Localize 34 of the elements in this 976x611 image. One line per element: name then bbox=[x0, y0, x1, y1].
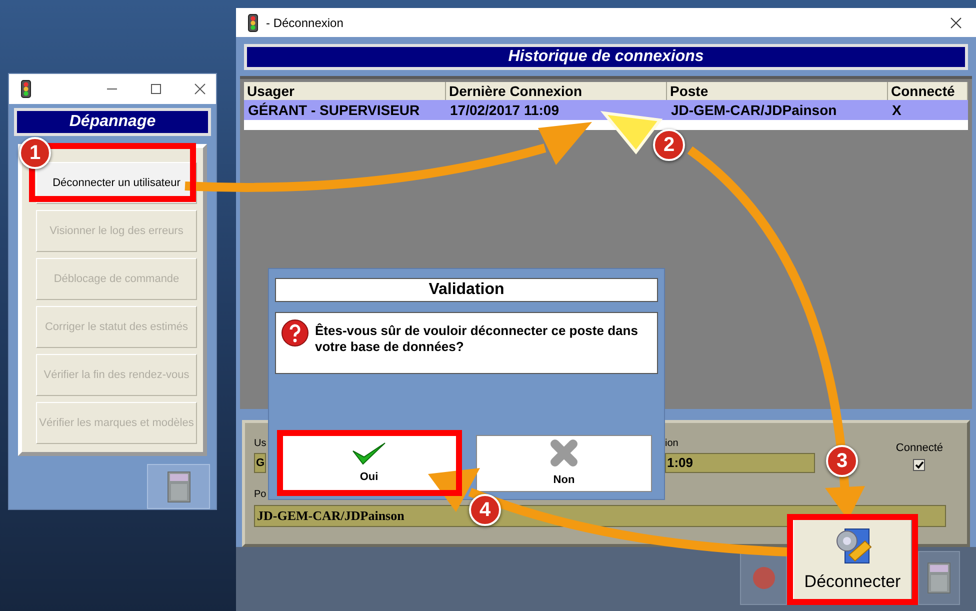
user-field[interactable]: G bbox=[254, 453, 266, 473]
check-icon bbox=[352, 441, 386, 466]
table-cell-text: JD-GEM-CAR/JDPainson bbox=[670, 101, 838, 120]
exit-button[interactable] bbox=[147, 464, 210, 509]
exit-door-icon bbox=[166, 470, 192, 504]
maximize-icon[interactable] bbox=[150, 83, 162, 95]
table-cell-text: 17/02/2017 11:09 bbox=[449, 101, 560, 120]
dialog-message: Êtes-vous sûr de vouloir déconnecter ce poste dans votre base de données? bbox=[315, 322, 639, 355]
exit-button[interactable] bbox=[918, 551, 960, 605]
field-label: Po bbox=[254, 488, 268, 501]
table-row[interactable]: GÉRANT - SUPERVISEUR 17/02/2017 11:09 JD-GEM-CAR/JDPainson X bbox=[244, 100, 968, 120]
traffic-light-icon bbox=[21, 80, 31, 98]
table-cell-text: GÉRANT - SUPERVISEUR bbox=[247, 101, 421, 120]
field-label: Us bbox=[254, 437, 268, 450]
connected-checkbox[interactable] bbox=[913, 458, 926, 470]
traffic-light-icon bbox=[248, 14, 258, 32]
table-cell-text: X bbox=[891, 101, 902, 120]
field-label: ion bbox=[665, 437, 680, 450]
window-title: - Déconnexion bbox=[266, 14, 344, 32]
close-icon[interactable] bbox=[950, 16, 962, 28]
field-label: Connecté bbox=[896, 441, 943, 456]
cursor-icon bbox=[600, 111, 663, 154]
dialog-title: Validation bbox=[275, 278, 658, 302]
check-icon bbox=[914, 460, 924, 468]
stop-icon bbox=[752, 566, 776, 590]
window-header: Historique de connexions bbox=[244, 44, 968, 70]
no-button[interactable]: Non bbox=[476, 435, 652, 492]
cross-icon bbox=[549, 438, 579, 468]
question-icon bbox=[281, 319, 309, 347]
window-header: Dépannage bbox=[14, 108, 211, 136]
disconnect-button[interactable]: Déconnecter bbox=[793, 519, 912, 600]
date-field[interactable]: 1:09 bbox=[665, 453, 815, 473]
exit-door-icon bbox=[926, 561, 952, 595]
close-icon[interactable] bbox=[194, 83, 206, 95]
